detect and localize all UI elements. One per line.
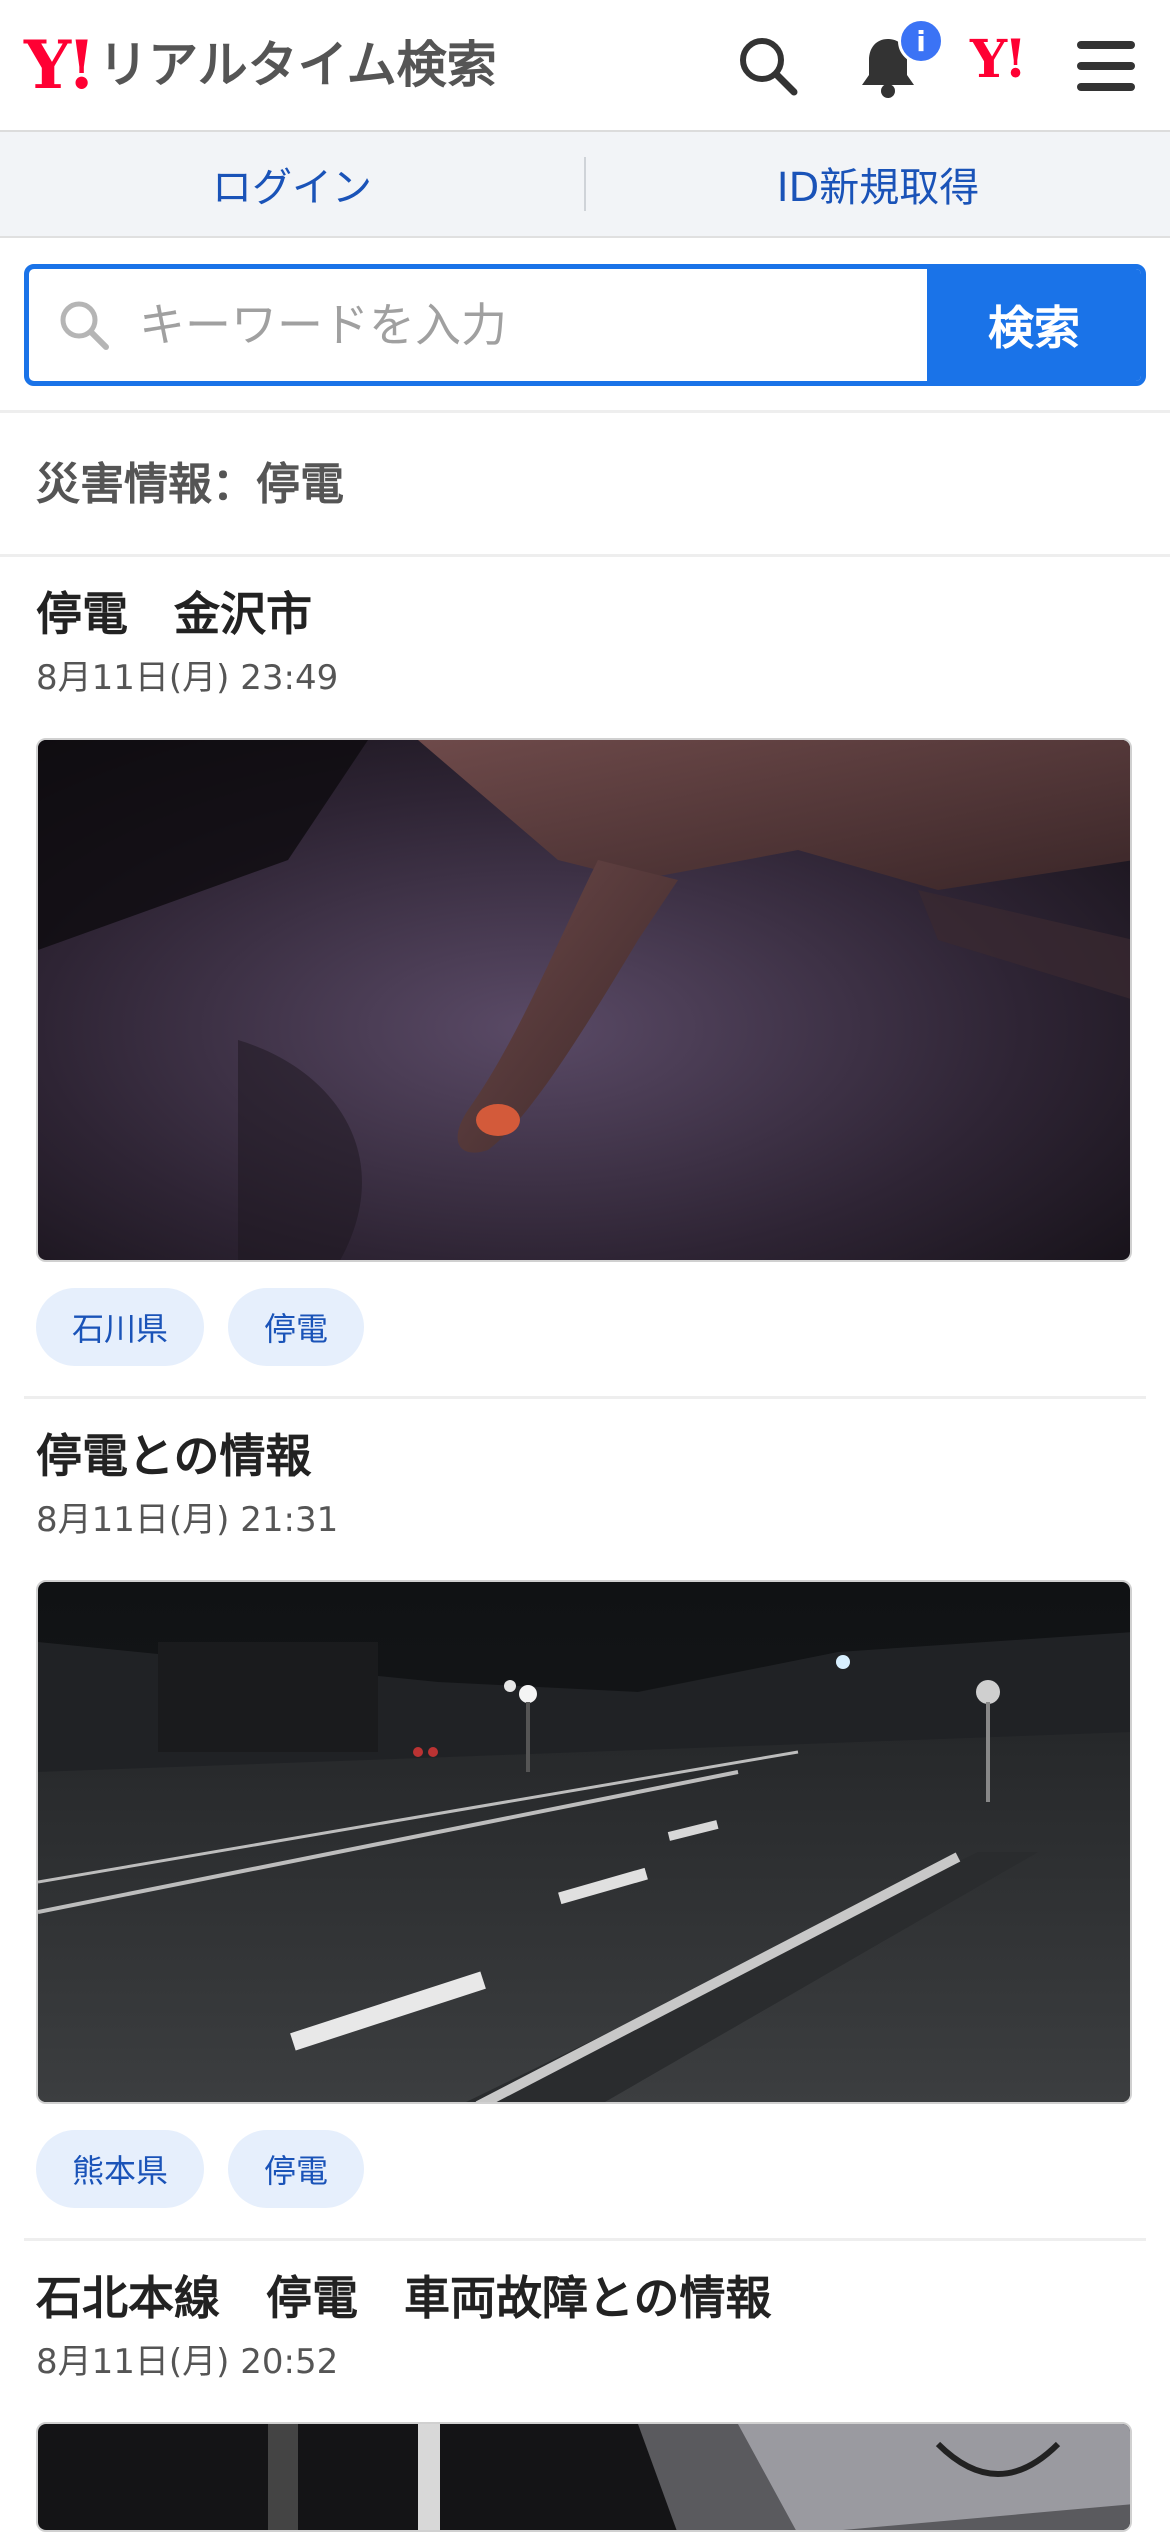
logo-text: リアルタイム検索 xyxy=(98,36,497,94)
search-icon[interactable] xyxy=(732,30,804,102)
divider xyxy=(24,1396,1146,1399)
search-input[interactable] xyxy=(139,269,927,381)
yahoo-japan-icon[interactable]: Y! xyxy=(970,34,1027,86)
divider xyxy=(0,410,1170,413)
article-time: 8月11日(月) 21:31 xyxy=(36,1499,339,1540)
tag-prefecture[interactable]: 石川県 xyxy=(36,1288,205,1366)
article-title[interactable]: 停電 金沢市 xyxy=(36,586,1146,644)
article-time: 8月11日(月) 23:49 xyxy=(36,657,339,698)
article-photo[interactable] xyxy=(36,1580,1132,2104)
tag-prefecture[interactable]: 熊本県 xyxy=(36,2130,205,2208)
search-box: 検索 xyxy=(24,264,1146,386)
article-card[interactable]: 停電との情報 8月11日(月) 21:31 熊本県 停電 xyxy=(24,1428,1146,2218)
divider xyxy=(0,554,1170,557)
signup-link[interactable]: ID新規取得 xyxy=(586,155,1170,213)
article-card[interactable]: 石北本線 停電 車両故障との情報 8月11日(月) 20:52 xyxy=(24,2270,1146,2532)
article-title[interactable]: 石北本線 停電 車両故障との情報 xyxy=(36,2270,1146,2328)
app-header: Y! リアルタイム検索 i Y! xyxy=(0,0,1170,132)
search-field-icon xyxy=(29,269,139,381)
article-photo[interactable] xyxy=(36,2422,1132,2532)
section-title: 災害情報：停電 xyxy=(36,459,344,510)
account-bar: ログイン ID新規取得 xyxy=(0,132,1170,238)
notification-badge: i xyxy=(898,18,944,64)
tag-list: 熊本県 停電 xyxy=(36,2130,365,2208)
article-title[interactable]: 停電との情報 xyxy=(36,1428,1146,1486)
divider xyxy=(24,2238,1146,2241)
tag-category[interactable]: 停電 xyxy=(228,2130,365,2208)
tag-category[interactable]: 停電 xyxy=(228,1288,365,1366)
login-link[interactable]: ログイン xyxy=(0,155,584,213)
tag-list: 石川県 停電 xyxy=(36,1288,365,1366)
yahoo-realtime-logo[interactable]: Y! リアルタイム検索 xyxy=(24,30,497,100)
logo-mark: Y! xyxy=(24,26,96,104)
article-card[interactable]: 停電 金沢市 8月11日(月) 23:49 石川県 停電 xyxy=(24,586,1146,1376)
article-time: 8月11日(月) 20:52 xyxy=(36,2341,339,2382)
search-button[interactable]: 検索 xyxy=(927,269,1141,381)
menu-icon[interactable] xyxy=(1070,30,1142,102)
article-photo[interactable] xyxy=(36,738,1132,1262)
